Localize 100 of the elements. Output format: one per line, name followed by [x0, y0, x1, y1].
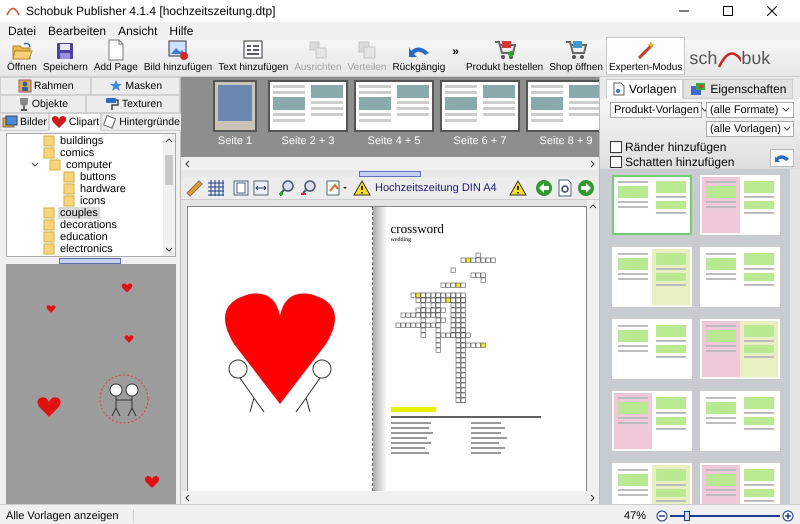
toolbar-button[interactable]: Bild hinzufügen: [140, 37, 216, 75]
splitter-handle[interactable]: [359, 170, 421, 176]
tree-item[interactable]: buildings: [58, 135, 106, 147]
app-logo-icon: [6, 6, 20, 16]
dropdown[interactable]: (alle Vorlagen): [706, 121, 794, 137]
page-thumbnail[interactable]: [213, 80, 257, 132]
tree-item[interactable]: buttons: [78, 171, 118, 183]
spread-thumbnail[interactable]: [354, 80, 434, 132]
spread-thumbnail[interactable]: [268, 80, 348, 132]
slider-thumb[interactable]: [684, 511, 690, 521]
zoom-out-icon[interactable]: [299, 179, 317, 197]
scroll-right-icon[interactable]: [590, 494, 596, 502]
zoom-in-icon[interactable]: [277, 179, 295, 197]
checkbox[interactable]: [610, 141, 622, 153]
scroll-right-icon[interactable]: [590, 160, 596, 168]
template-thumbnail[interactable]: [612, 391, 692, 451]
toolbar-button[interactable]: Text hinzufügen: [215, 37, 292, 75]
fit-width-icon[interactable]: [253, 180, 269, 196]
image-add-icon: [167, 39, 189, 61]
toolbar-button[interactable]: Rückgängig: [389, 39, 448, 75]
heart-clipart[interactable]: [124, 334, 134, 344]
scroll-left-icon[interactable]: [184, 494, 190, 502]
toolbar-button[interactable]: Öffnen: [4, 39, 40, 75]
panel-tab[interactable]: Bilder: [0, 113, 49, 131]
zoom-in-icon[interactable]: [782, 510, 794, 522]
scrollbar[interactable]: [181, 157, 599, 170]
template-thumbnail[interactable]: [700, 319, 780, 379]
undo-button[interactable]: [770, 149, 794, 167]
heart-clipart[interactable]: [46, 304, 56, 314]
menu-item[interactable]: Ansicht: [114, 24, 166, 38]
tree-item[interactable]: couples: [58, 207, 100, 219]
shop-cart-icon: [564, 39, 588, 61]
ruler-icon[interactable]: [185, 179, 203, 197]
heart-clipart[interactable]: [121, 282, 133, 294]
template-thumbnail[interactable]: [700, 247, 780, 307]
panel-tab[interactable]: Texturen: [86, 95, 180, 113]
scroll-up-icon[interactable]: [165, 137, 173, 143]
page-menu-icon[interactable]: [325, 179, 349, 197]
panel-tab[interactable]: Rahmen: [0, 77, 92, 95]
spread-thumbnail[interactable]: [440, 80, 520, 132]
overflow-chevron[interactable]: »: [452, 44, 459, 58]
warning-icon[interactable]: [509, 180, 527, 196]
scrollbar-thumb[interactable]: [165, 155, 173, 185]
scrollbar[interactable]: [790, 169, 800, 504]
scrollbar[interactable]: [163, 134, 175, 256]
folder-icon: [63, 171, 75, 183]
tree-item[interactable]: electronics: [58, 243, 115, 255]
collapse-chevron-icon[interactable]: [31, 161, 39, 169]
scroll-up-icon[interactable]: [589, 203, 597, 209]
panel-tab[interactable]: Hintergründe: [101, 113, 182, 131]
cart-icon: [492, 39, 517, 61]
close-icon[interactable]: [767, 6, 777, 16]
checkbox-label: Schatten hinzufügen: [625, 155, 734, 169]
scroll-left-icon[interactable]: [184, 160, 190, 168]
panel-tab[interactable]: Masken: [91, 77, 180, 95]
scrollbar[interactable]: [587, 200, 599, 491]
panel-tab[interactable]: Vorlagen: [606, 79, 684, 99]
dropdown[interactable]: (alle Formate): [706, 102, 794, 118]
paint-roller-icon: [104, 97, 120, 111]
page-label: Seite 8 + 9: [540, 135, 592, 148]
grid-icon[interactable]: [207, 179, 225, 197]
spread-thumbnail[interactable]: [526, 80, 599, 132]
warning-icon[interactable]: [353, 180, 371, 196]
template-thumbnail[interactable]: [612, 319, 692, 379]
heart-clipart[interactable]: [144, 474, 160, 490]
tree-item[interactable]: computer: [64, 159, 114, 171]
panel-tab[interactable]: Eigenschaften: [683, 79, 794, 99]
tree-item[interactable]: hardware: [78, 183, 128, 195]
toolbar-button[interactable]: Experten-Modus: [606, 37, 686, 75]
menu-item[interactable]: Datei: [4, 24, 44, 38]
page-title: crossword: [390, 221, 445, 236]
maximize-icon[interactable]: [723, 6, 733, 16]
tree-item[interactable]: comics: [58, 147, 96, 159]
toolbar-button[interactable]: Produkt bestellen: [462, 37, 546, 75]
tree-item[interactable]: education: [58, 231, 110, 243]
page-preview-icon[interactable]: [557, 179, 573, 197]
template-thumbnail[interactable]: [612, 247, 692, 307]
panel-tab[interactable]: Objekte: [0, 95, 86, 113]
splitter-handle[interactable]: [59, 258, 121, 264]
page-view-icon[interactable]: [233, 180, 249, 196]
folder-icon: [63, 195, 75, 207]
tree-item[interactable]: decorations: [58, 219, 119, 231]
menu-item[interactable]: Hilfe: [165, 24, 202, 38]
template-thumbnail[interactable]: [612, 175, 692, 235]
trophy-icon: [18, 97, 30, 111]
menu-item[interactable]: Bearbeiten: [44, 24, 114, 38]
template-thumbnail[interactable]: [700, 175, 780, 235]
folder-icon: [43, 207, 55, 219]
zoom-out-icon[interactable]: [656, 510, 668, 522]
tree-item[interactable]: icons: [78, 195, 108, 207]
toolbar-button[interactable]: Speichern: [40, 39, 91, 75]
toolbar-button[interactable]: Add Page: [90, 37, 141, 75]
document-icon: [613, 82, 625, 96]
dropdown-chevron-icon: [782, 126, 791, 132]
folder-icon: [10, 41, 33, 61]
scrollbar[interactable]: [181, 491, 599, 504]
toolbar-button[interactable]: Shop öffnen: [546, 37, 606, 75]
scroll-down-icon[interactable]: [165, 247, 173, 253]
checkbox[interactable]: [610, 156, 622, 168]
template-thumbnail[interactable]: [700, 391, 780, 451]
